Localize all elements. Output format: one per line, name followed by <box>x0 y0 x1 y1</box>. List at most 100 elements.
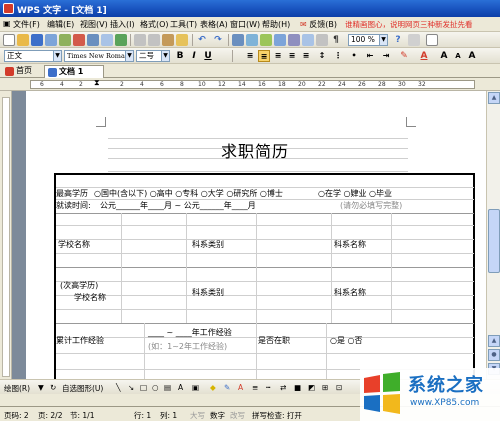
save-as-icon[interactable] <box>45 34 57 46</box>
new-document-icon[interactable] <box>3 34 15 46</box>
menu-format[interactable]: 格式(O) <box>140 19 169 30</box>
undo-icon[interactable]: ↶ <box>196 34 208 46</box>
menu-view[interactable]: 视图(V) <box>80 19 108 30</box>
status-caps[interactable]: 大写 <box>190 410 205 421</box>
spellcheck-icon[interactable] <box>115 34 127 46</box>
study-status-options[interactable]: ○在学 ○肄业 ○毕业 <box>318 188 392 199</box>
zoom-select[interactable]: 100 % ▼ <box>348 34 388 46</box>
work-experience-range[interactable]: ____ ~ ____年工作经验 <box>148 327 232 338</box>
line-style-icon[interactable]: ≡ <box>252 383 258 392</box>
help-icon[interactable]: ? <box>392 34 404 46</box>
align-right-icon[interactable]: ≡ <box>272 50 284 62</box>
save-icon[interactable] <box>31 34 43 46</box>
menu-window[interactable]: 窗口(W) <box>230 19 260 30</box>
rotate-icon[interactable]: ↻ <box>50 383 56 392</box>
dash-style-icon[interactable]: ┅ <box>266 383 271 392</box>
vertical-ruler[interactable] <box>0 91 12 379</box>
document-area[interactable]: 求职简历 最高学历 ○国中(含以下) ○高中 ○专科 ○大学 ○研究所 ○博士 … <box>12 91 486 379</box>
tab-document-1[interactable]: 文档 1 <box>44 65 104 78</box>
tab-home[interactable]: 首页 <box>2 65 44 78</box>
font-color-icon[interactable]: A <box>418 50 430 62</box>
arrow-style-icon[interactable]: ⇄ <box>280 383 286 392</box>
menu-file[interactable]: 文件(F) <box>13 19 40 30</box>
highest-degree-options[interactable]: ○国中(含以下) ○高中 ○专科 ○大学 ○研究所 ○博士 <box>94 188 283 199</box>
textbox-icon[interactable]: ▤ <box>164 383 171 392</box>
vertical-scrollbar[interactable]: ▲ ▲ ● ▼ <box>486 91 500 379</box>
3d-icon[interactable]: ◩ <box>308 383 315 392</box>
paste-icon[interactable] <box>162 34 174 46</box>
cut-icon[interactable] <box>134 34 146 46</box>
indent-marker-icon[interactable]: ⧗ <box>94 78 100 88</box>
template-icon[interactable] <box>426 34 438 46</box>
insert-table-icon[interactable] <box>232 34 244 46</box>
group-icon[interactable]: ⊡ <box>336 383 342 392</box>
menu-app-icon[interactable]: ▣ <box>3 19 11 28</box>
numbering-icon[interactable]: ⋮ <box>332 50 344 62</box>
line-icon[interactable]: ╲ <box>116 383 121 392</box>
justify-icon[interactable]: ≡ <box>286 50 298 62</box>
menu-insert[interactable]: 插入(I) <box>110 19 135 30</box>
align-objects-icon[interactable]: ⊞ <box>322 383 328 392</box>
char-border-icon[interactable]: A <box>466 50 478 62</box>
menu-table[interactable]: 表格(A) <box>200 19 228 30</box>
redo-icon[interactable]: ↷ <box>212 34 224 46</box>
show-marks-icon[interactable]: ¶ <box>330 34 342 46</box>
align-left-icon[interactable]: ≡ <box>244 50 256 62</box>
bullets-icon[interactable]: • <box>348 50 360 62</box>
study-period-field[interactable]: 公元______年____月 ~ 公元______年____月 <box>100 200 256 211</box>
menu-edit[interactable]: 编辑(E) <box>47 19 74 30</box>
font-size-select[interactable]: 二号 ▼ <box>136 50 170 62</box>
autoshapes-menu[interactable]: 自选图形(U) <box>62 383 103 394</box>
font-color-draw-icon[interactable]: A <box>238 383 243 392</box>
permissions-icon[interactable] <box>59 34 71 46</box>
find-icon[interactable] <box>408 34 420 46</box>
copy-icon[interactable] <box>148 34 160 46</box>
scrollbar-thumb[interactable] <box>488 209 500 273</box>
increase-indent-icon[interactable]: ⇥ <box>380 50 392 62</box>
grow-font-icon[interactable]: A <box>438 50 450 62</box>
document-page[interactable]: 求职简历 最高学历 ○国中(含以下) ○高中 ○专科 ○大学 ○研究所 ○博士 … <box>26 91 486 379</box>
status-num[interactable]: 数字 <box>210 410 225 421</box>
columns-icon[interactable] <box>288 34 300 46</box>
shadow-icon[interactable]: ■ <box>294 383 301 392</box>
line-spacing-icon[interactable]: ↕ <box>316 50 328 62</box>
fill-color-icon[interactable]: ◆ <box>210 383 216 392</box>
feedback-menu[interactable]: ✉ 反馈(B) <box>300 19 337 30</box>
select-objects-icon[interactable]: ▼ <box>38 383 44 392</box>
highlight-icon[interactable]: ✎ <box>398 50 410 62</box>
print-icon[interactable] <box>87 34 99 46</box>
distributed-icon[interactable]: ≡ <box>300 50 312 62</box>
shrink-font-icon[interactable]: A <box>452 50 464 62</box>
wps-app-icon[interactable] <box>3 3 14 14</box>
insert-chart-icon[interactable] <box>246 34 258 46</box>
picture-icon[interactable]: ▣ <box>192 383 199 392</box>
wordart-icon[interactable]: A <box>178 383 183 392</box>
arrow-icon[interactable]: ↘ <box>128 383 134 392</box>
rectangle-icon[interactable]: □ <box>140 383 147 392</box>
line-color-icon[interactable]: ✎ <box>224 383 230 392</box>
currently-employed-options[interactable]: ○是 ○否 <box>330 335 363 346</box>
status-spellcheck[interactable]: 拼写检查: 打开 <box>252 410 302 421</box>
document-map-icon[interactable] <box>316 34 328 46</box>
export-pdf-icon[interactable] <box>73 34 85 46</box>
format-painter-icon[interactable] <box>176 34 188 46</box>
draw-menu[interactable]: 绘图(R) <box>4 383 30 394</box>
scroll-up-icon[interactable]: ▲ <box>488 92 500 104</box>
underline-icon[interactable]: U <box>202 50 214 62</box>
menu-help[interactable]: 帮助(H) <box>262 19 290 30</box>
decrease-indent-icon[interactable]: ⇤ <box>364 50 376 62</box>
font-select[interactable]: Times New Roman ▼ <box>64 50 134 62</box>
insert-hyperlink-icon[interactable] <box>274 34 286 46</box>
promo-link[interactable]: 谁精画图心，说明网页三种新发扯先看 <box>345 19 473 30</box>
select-browse-object-icon[interactable]: ● <box>488 349 500 361</box>
ellipse-icon[interactable]: ○ <box>152 383 159 392</box>
bold-icon[interactable]: B <box>174 50 186 62</box>
open-folder-icon[interactable] <box>17 34 29 46</box>
menu-tools[interactable]: 工具(T) <box>170 19 197 30</box>
previous-page-icon[interactable]: ▲ <box>488 335 500 347</box>
align-center-icon[interactable]: ≡ <box>258 50 270 62</box>
insert-picture-icon[interactable] <box>260 34 272 46</box>
italic-icon[interactable]: I <box>188 50 200 62</box>
horizontal-ruler[interactable]: 6 4 2 ⧗ 2 4 6 8 10 12 14 16 18 20 22 24 … <box>0 78 500 91</box>
print-preview-icon[interactable] <box>101 34 113 46</box>
